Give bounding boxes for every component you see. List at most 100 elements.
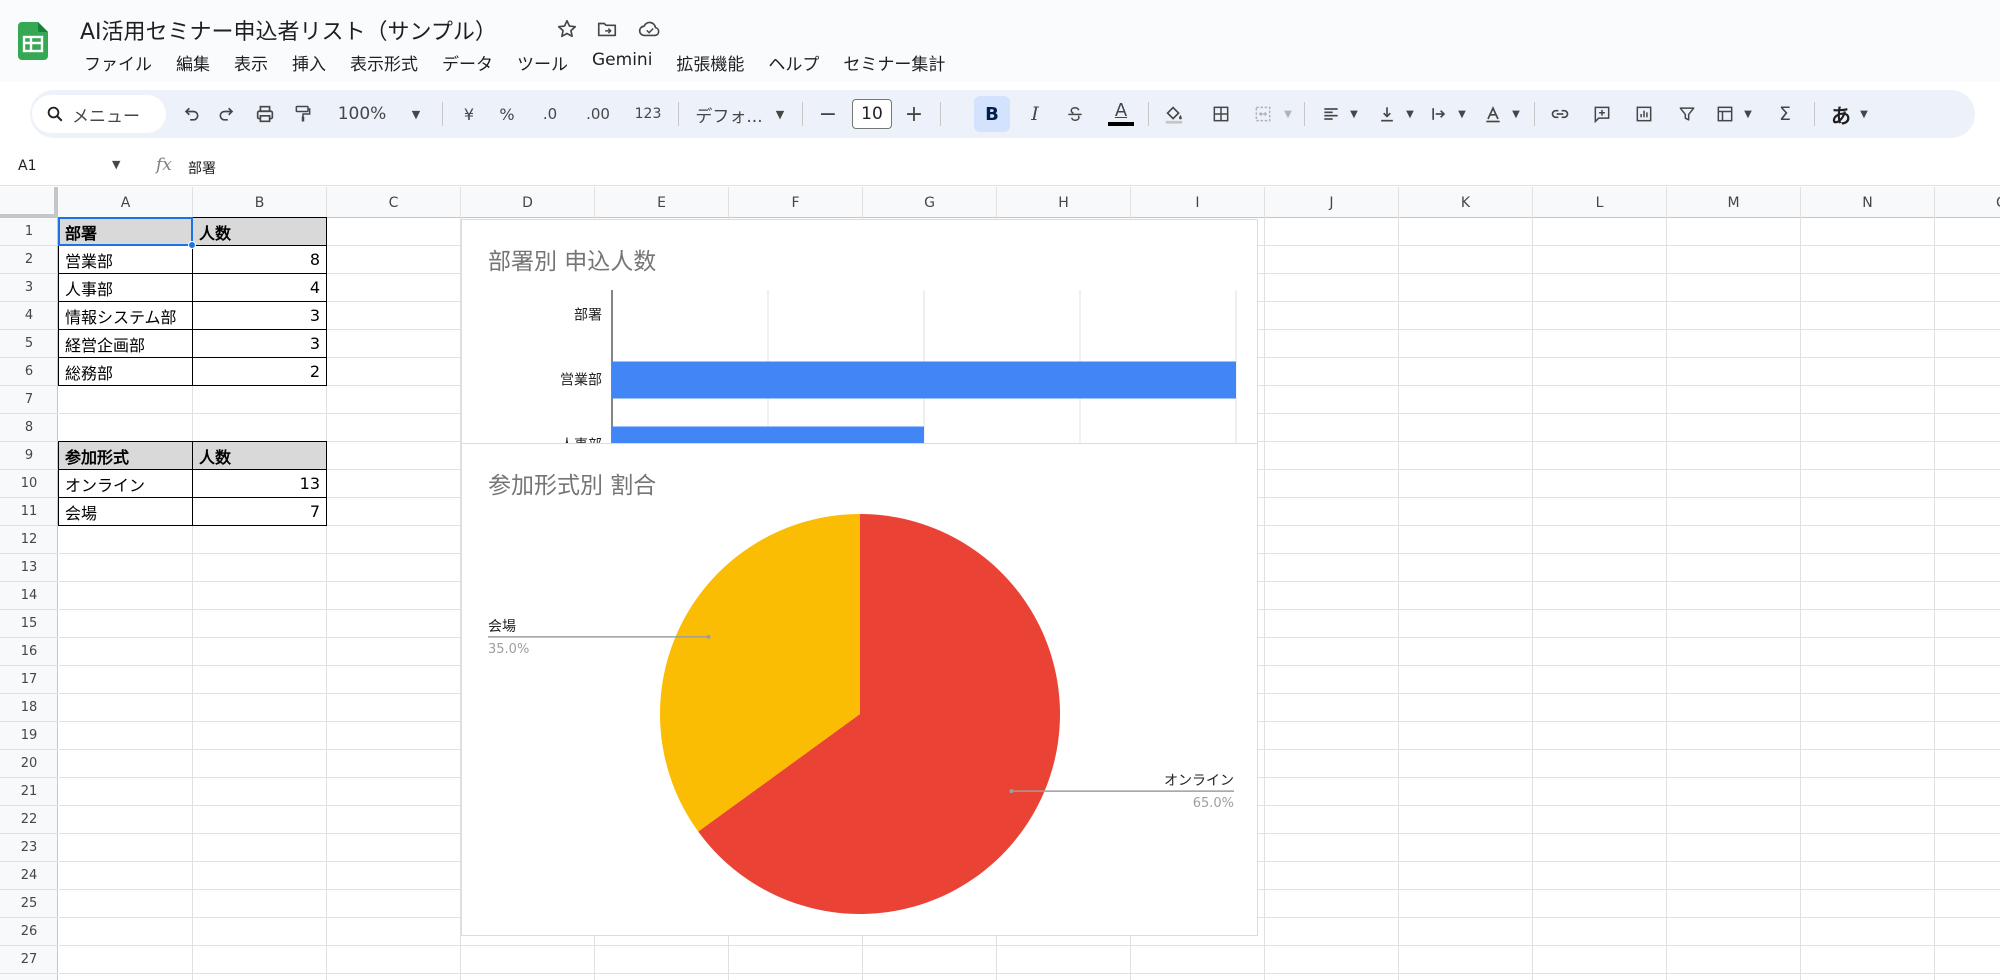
column-header-j[interactable]: J — [1265, 187, 1399, 218]
fill-color-icon[interactable] — [1158, 90, 1190, 138]
menu-gemini[interactable]: Gemini — [592, 50, 652, 78]
row-header-21[interactable]: 21 — [0, 778, 58, 806]
print-icon[interactable] — [250, 90, 280, 138]
pie-chart[interactable]: 参加形式別 割合 オンライン 65.0% 会場 35.0% — [461, 443, 1258, 936]
department-table-cell[interactable]: 総務部 — [58, 358, 193, 386]
bar-chart[interactable]: 部署別 申込人数 部署営業部人事部 — [461, 219, 1258, 444]
document-title[interactable]: AI活用セミナー申込者リスト（サンプル） — [80, 14, 497, 46]
functions-button[interactable]: Σ — [1770, 90, 1800, 138]
format-table-cell[interactable]: 会場 — [58, 498, 193, 526]
row-header-5[interactable]: 5 — [0, 330, 58, 358]
menu-file[interactable]: ファイル — [84, 50, 152, 78]
filter-views-icon[interactable] — [1710, 90, 1740, 138]
name-box-chevron-down-icon[interactable]: ▼ — [112, 158, 120, 171]
row-header-10[interactable]: 10 — [0, 470, 58, 498]
column-header-h[interactable]: H — [997, 187, 1131, 218]
row-header-4[interactable]: 4 — [0, 302, 58, 330]
zoom-select[interactable]: 100% — [332, 90, 392, 138]
column-header-e[interactable]: E — [595, 187, 729, 218]
name-box[interactable]: A1 — [18, 158, 36, 174]
insert-link-icon[interactable] — [1544, 90, 1576, 138]
font-size-input[interactable]: 10 — [852, 99, 892, 129]
column-header-n[interactable]: N — [1801, 187, 1935, 218]
menu-seminar-summary[interactable]: セミナー集計 — [843, 50, 945, 78]
column-header-k[interactable]: K — [1399, 187, 1533, 218]
text-wrapping-icon[interactable] — [1424, 90, 1454, 138]
row-header-17[interactable]: 17 — [0, 666, 58, 694]
number-format-button[interactable]: 123 — [628, 90, 668, 138]
department-table-header-cell[interactable]: 人数 — [193, 217, 327, 246]
text-color-button[interactable]: A — [1104, 90, 1138, 138]
menu-view[interactable]: 表示 — [234, 50, 268, 78]
row-header-19[interactable]: 19 — [0, 722, 58, 750]
row-header-24[interactable]: 24 — [0, 862, 58, 890]
increase-font-size-button[interactable]: + — [900, 90, 928, 138]
column-header-m[interactable]: M — [1667, 187, 1801, 218]
department-table-cell[interactable]: 3 — [193, 302, 327, 330]
wrap-chevron-down-icon[interactable]: ▼ — [1454, 90, 1470, 138]
row-header-18[interactable]: 18 — [0, 694, 58, 722]
redo-icon[interactable] — [212, 90, 242, 138]
undo-icon[interactable] — [176, 90, 206, 138]
department-table-cell[interactable]: 営業部 — [58, 246, 193, 274]
format-table-header-cell[interactable]: 人数 — [193, 441, 327, 470]
menu-edit[interactable]: 編集 — [176, 50, 210, 78]
format-table-cell[interactable]: 13 — [193, 470, 327, 498]
row-header-7[interactable]: 7 — [0, 386, 58, 414]
department-table-cell[interactable]: 3 — [193, 330, 327, 358]
department-table-cell[interactable]: 人事部 — [58, 274, 193, 302]
menu-extensions[interactable]: 拡張機能 — [676, 50, 744, 78]
fill-handle[interactable] — [188, 241, 196, 249]
formula-input[interactable]: 部署 — [188, 158, 216, 178]
currency-format-button[interactable]: ¥ — [454, 90, 484, 138]
horizontal-align-icon[interactable] — [1316, 90, 1346, 138]
sheets-logo-icon[interactable] — [18, 22, 48, 60]
row-header-13[interactable]: 13 — [0, 554, 58, 582]
department-table-cell[interactable]: 経営企画部 — [58, 330, 193, 358]
font-chevron-down-icon[interactable]: ▼ — [770, 90, 790, 138]
paint-format-icon[interactable] — [288, 90, 318, 138]
format-table-cell[interactable]: 7 — [193, 498, 327, 526]
department-table-header-cell[interactable]: 部署 — [58, 217, 193, 246]
filter-views-chevron-down-icon[interactable]: ▼ — [1740, 90, 1756, 138]
cloud-saved-icon[interactable] — [637, 16, 663, 42]
row-header-3[interactable]: 3 — [0, 274, 58, 302]
decrease-font-size-button[interactable]: − — [814, 90, 842, 138]
filter-icon[interactable] — [1672, 90, 1702, 138]
borders-icon[interactable] — [1206, 90, 1236, 138]
bold-button[interactable]: B — [974, 96, 1010, 132]
column-header-c[interactable]: C — [327, 187, 461, 218]
row-header-26[interactable]: 26 — [0, 918, 58, 946]
row-header-27[interactable]: 27 — [0, 946, 58, 974]
department-table-cell[interactable]: 4 — [193, 274, 327, 302]
input-tools-button[interactable]: あ — [1826, 90, 1856, 138]
column-header-l[interactable]: L — [1533, 187, 1667, 218]
strikethrough-icon[interactable] — [1060, 90, 1090, 138]
vertical-align-icon[interactable] — [1372, 90, 1402, 138]
valign-chevron-down-icon[interactable]: ▼ — [1402, 90, 1418, 138]
row-header-9[interactable]: 9 — [0, 442, 58, 470]
align-chevron-down-icon[interactable]: ▼ — [1346, 90, 1362, 138]
increase-decimal-button[interactable]: .00 — [576, 90, 620, 138]
format-table-cell[interactable]: オンライン — [58, 470, 193, 498]
menu-help[interactable]: ヘルプ — [768, 50, 819, 78]
column-header-i[interactable]: I — [1131, 187, 1265, 218]
row-header-14[interactable]: 14 — [0, 582, 58, 610]
format-table-header-cell[interactable]: 参加形式 — [58, 441, 193, 470]
row-header-25[interactable]: 25 — [0, 890, 58, 918]
text-rotation-icon[interactable] — [1478, 90, 1508, 138]
department-table-cell[interactable]: 2 — [193, 358, 327, 386]
percent-format-button[interactable]: % — [492, 90, 522, 138]
column-header-b[interactable]: B — [193, 187, 327, 218]
font-family-select[interactable]: デフォ... — [688, 90, 770, 138]
column-header-a[interactable]: A — [59, 187, 193, 218]
menu-data[interactable]: データ — [442, 50, 493, 78]
row-header-23[interactable]: 23 — [0, 834, 58, 862]
column-header-g[interactable]: G — [863, 187, 997, 218]
input-tools-chevron-down-icon[interactable]: ▼ — [1856, 90, 1872, 138]
row-header-16[interactable]: 16 — [0, 638, 58, 666]
row-header-6[interactable]: 6 — [0, 358, 58, 386]
move-folder-icon[interactable] — [594, 16, 620, 42]
rotation-chevron-down-icon[interactable]: ▼ — [1508, 90, 1524, 138]
row-header-2[interactable]: 2 — [0, 246, 58, 274]
